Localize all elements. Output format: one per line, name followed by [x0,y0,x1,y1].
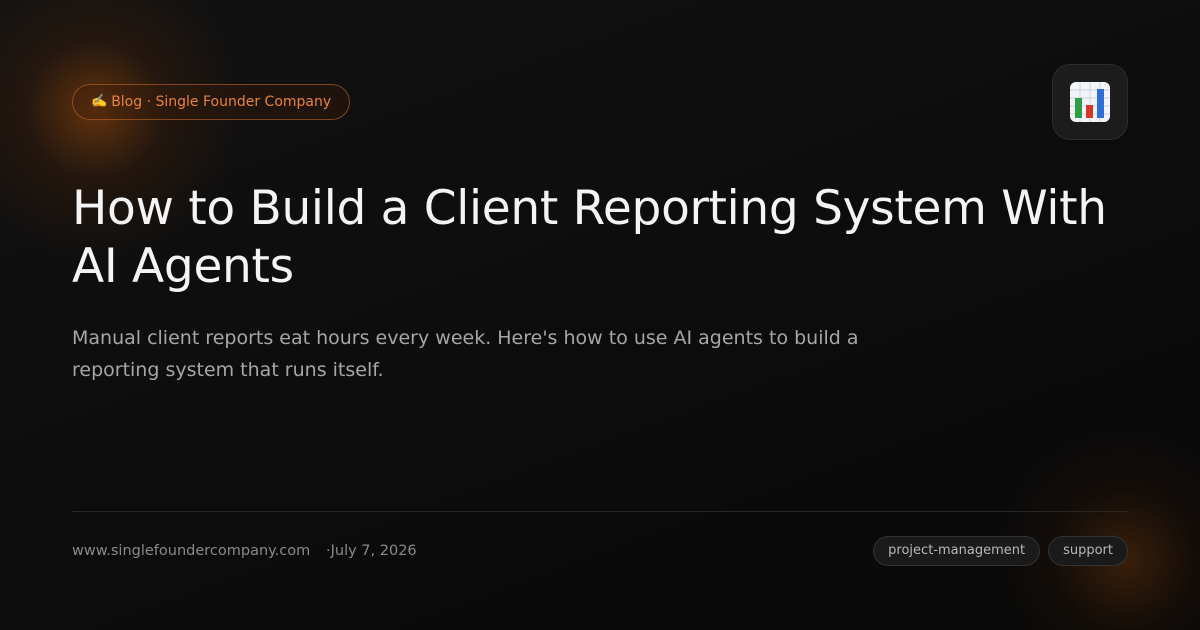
writing-hand-icon: ✍️ [91,94,108,109]
chart-bar-green [1075,98,1082,118]
bar-chart-icon [1052,64,1128,140]
page-title: How to Build a Client Reporting System W… [72,181,1107,294]
tag-list: project-management support [873,536,1128,566]
footer-divider [72,511,1128,512]
og-card: ✍️ Blog · Single Founder Company How to … [0,0,1200,630]
chart-bar-red [1086,105,1093,118]
site-url[interactable]: www.singlefoundercompany.com [72,541,310,561]
tag-project-management[interactable]: project-management [873,536,1041,566]
category-badge-label: Blog · Single Founder Company [111,94,332,110]
tag-support[interactable]: support [1048,536,1128,566]
publish-date: ·July 7, 2026 [326,543,417,559]
post-description: Manual client reports eat hours every we… [72,327,859,381]
category-badge[interactable]: ✍️ Blog · Single Founder Company [72,84,351,120]
bar-chart-graphic [1070,82,1110,122]
chart-bar-blue [1097,89,1104,118]
